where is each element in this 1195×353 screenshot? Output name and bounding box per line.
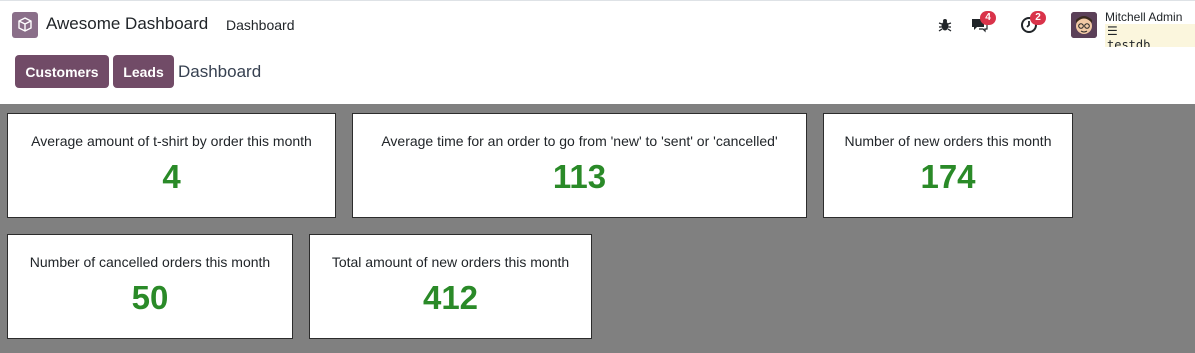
stat-card: Average amount of t-shirt by order this … [7,113,336,218]
top-navbar: Awesome Dashboard Dashboard 4 2 Mitchell… [0,0,1195,52]
control-panel: Customers Leads Dashboard [0,47,1195,104]
activities-clock-icon[interactable]: 2 [1019,11,1046,35]
stat-card-title: Number of new orders this month [844,133,1052,149]
stat-card-value: 174 [920,158,976,195]
database-icon: ☰ [1107,24,1118,38]
page-title: Dashboard [178,62,262,81]
user-avatar[interactable] [1071,12,1097,38]
customers-button[interactable]: Customers [15,55,109,88]
messages-count-badge: 4 [980,11,996,25]
messages-icon[interactable]: 4 [969,11,996,35]
nav-menu-dashboard[interactable]: Dashboard [226,17,295,33]
stat-card: Average time for an order to go from 'ne… [352,113,807,218]
activities-count-badge: 2 [1030,11,1046,25]
leads-button[interactable]: Leads [113,55,174,88]
stat-card-title: Total amount of new orders this month [331,254,570,270]
stat-card: Number of cancelled orders this month 50 [7,234,293,339]
stat-card-value: 113 [552,158,607,195]
stat-card: Total amount of new orders this month 41… [309,234,592,339]
stat-card-value: 50 [131,279,169,316]
dashboard-content: Average amount of t-shirt by order this … [0,104,1195,353]
stat-card-value: 4 [162,158,181,195]
stat-card-value: 412 [422,279,479,316]
app-home-icon[interactable] [12,12,38,38]
debug-bug-icon[interactable] [935,15,955,35]
app-name[interactable]: Awesome Dashboard [46,14,208,34]
stat-card: Number of new orders this month 174 [823,113,1073,218]
user-name[interactable]: Mitchell Admin [1105,10,1182,24]
stat-card-title: Number of cancelled orders this month [29,254,271,270]
stat-card-title: Average amount of t-shirt by order this … [31,133,312,149]
stat-card-title: Average time for an order to go from 'ne… [381,133,778,149]
